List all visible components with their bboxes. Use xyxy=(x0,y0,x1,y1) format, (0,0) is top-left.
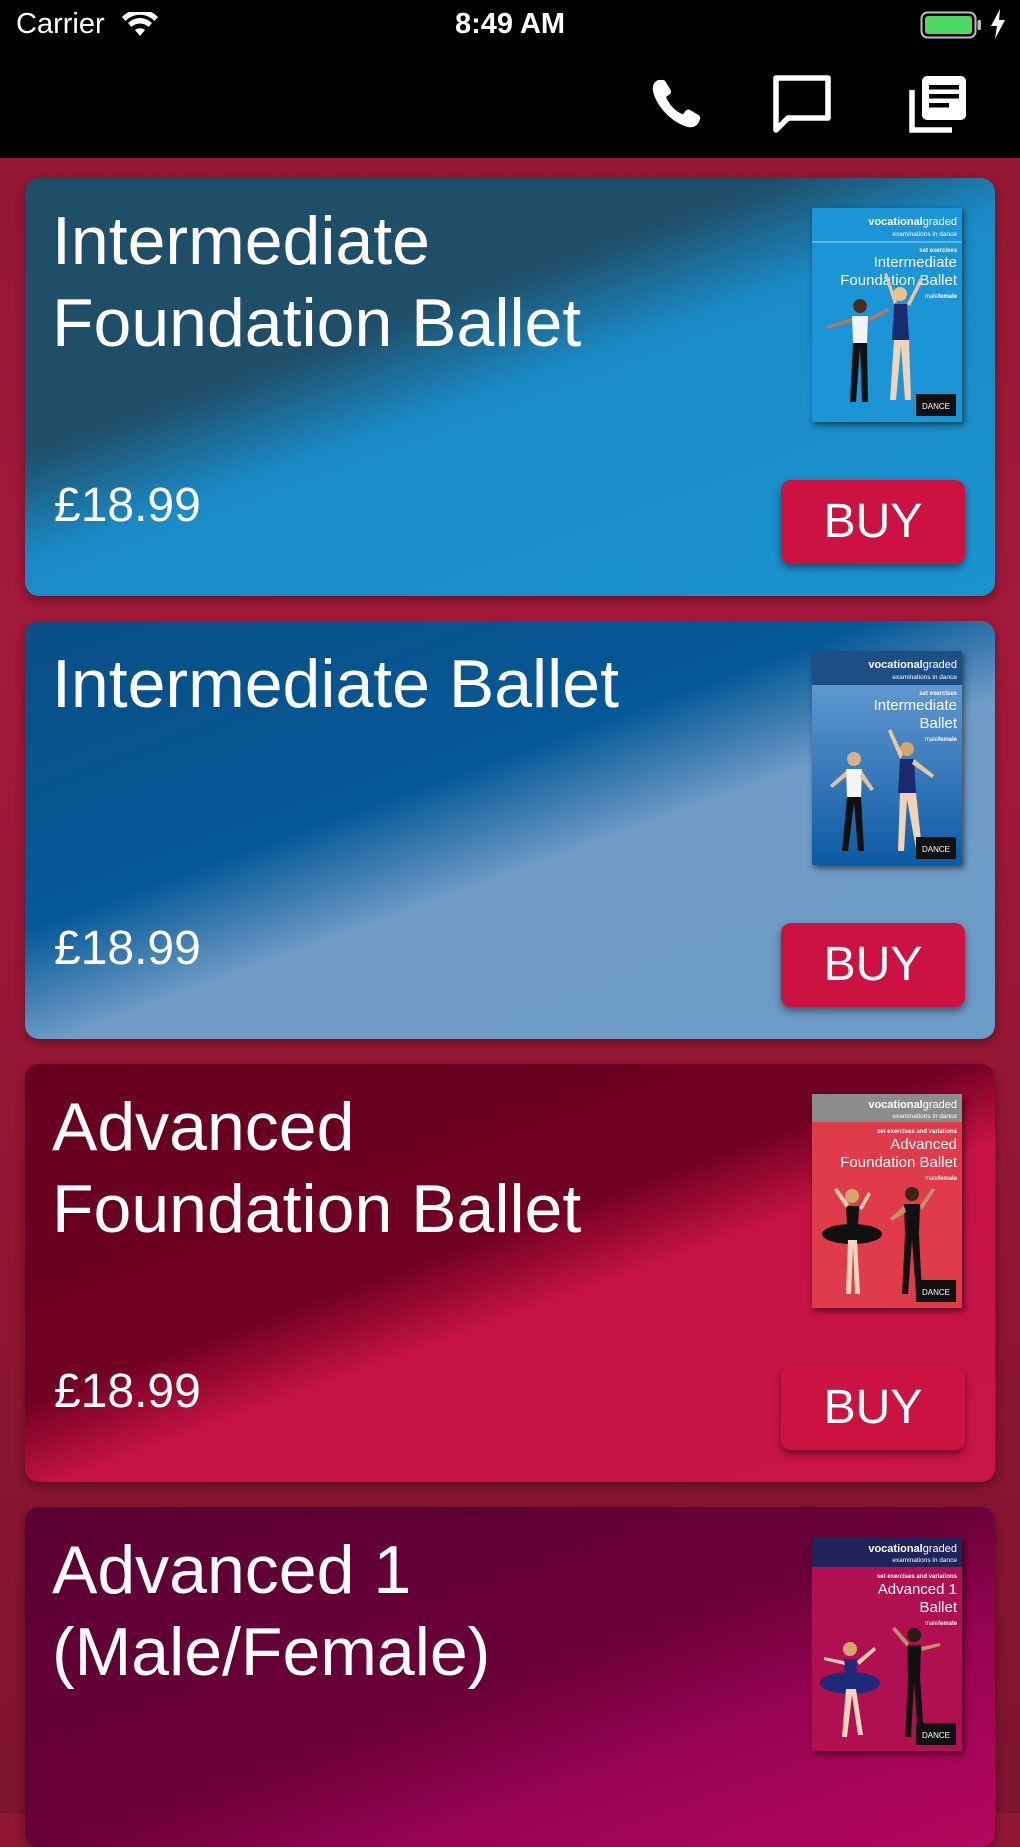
product-card[interactable]: Intermediate Ballet vocationalgraded exa… xyxy=(25,621,995,1039)
product-title-line: (Male/Female) xyxy=(52,1614,491,1690)
buy-button[interactable]: BUY xyxy=(781,1366,965,1450)
product-title-line: Foundation Ballet xyxy=(52,1171,582,1247)
product-title-line: Advanced 1 xyxy=(52,1532,412,1608)
battery-icon xyxy=(920,11,981,39)
phone-icon[interactable] xyxy=(644,72,708,136)
svg-text:vocationalgraded: vocationalgraded xyxy=(868,1099,957,1111)
status-bar: Carrier 8:49 AM xyxy=(0,0,1020,50)
svg-text:Advanced 1: Advanced 1 xyxy=(878,1581,957,1598)
product-title-line: Intermediate xyxy=(52,203,430,279)
svg-text:set exercises and variations: set exercises and variations xyxy=(877,1129,958,1135)
svg-text:DANCE: DANCE xyxy=(922,845,950,854)
chat-icon[interactable] xyxy=(770,72,834,136)
svg-text:examinations in dance: examinations in dance xyxy=(892,674,957,681)
nav-bar xyxy=(0,50,1020,158)
product-card[interactable]: Advanced 1 (Male/Female) vocationalgrade… xyxy=(25,1507,995,1847)
svg-text:Foundation Ballet: Foundation Ballet xyxy=(840,272,958,289)
svg-text:set exercises and variations: set exercises and variations xyxy=(877,1574,958,1580)
product-price: £18.99 xyxy=(54,479,201,532)
product-price: £18.99 xyxy=(54,922,201,975)
svg-text:vocationalgraded: vocationalgraded xyxy=(868,659,957,671)
product-title-line: Intermediate Ballet xyxy=(52,646,619,722)
product-title: Intermediate Ballet xyxy=(52,643,672,725)
svg-text:malefemale: malefemale xyxy=(925,737,958,743)
product-price: £18.99 xyxy=(54,1365,201,1418)
product-title-line: Foundation Ballet xyxy=(52,285,582,361)
svg-text:malefemale: malefemale xyxy=(925,1176,958,1182)
svg-text:Ballet: Ballet xyxy=(919,715,957,732)
buy-button[interactable]: BUY xyxy=(781,923,965,1007)
product-title: Intermediate Foundation Ballet xyxy=(52,200,672,364)
svg-text:DANCE: DANCE xyxy=(922,1731,950,1740)
svg-text:malefemale: malefemale xyxy=(925,294,958,300)
svg-text:DANCE: DANCE xyxy=(922,402,950,411)
svg-text:Advanced: Advanced xyxy=(890,1136,957,1153)
product-title: Advanced 1 (Male/Female) xyxy=(52,1529,672,1693)
product-card[interactable]: Advanced Foundation Ballet vocationalgra… xyxy=(25,1064,995,1482)
svg-text:examinations in dance: examinations in dance xyxy=(892,1113,957,1120)
book-cover-image: vocationalgraded examinations in dance s… xyxy=(812,208,962,422)
status-time: 8:49 AM xyxy=(454,8,566,40)
svg-text:examinations in dance: examinations in dance xyxy=(892,231,957,238)
book-cover-image: vocationalgraded examinations in dance s… xyxy=(812,1094,962,1308)
svg-text:malefemale: malefemale xyxy=(925,1621,958,1627)
product-card[interactable]: Intermediate Foundation Ballet vocationa… xyxy=(25,178,995,596)
buy-button[interactable]: BUY xyxy=(781,480,965,564)
svg-text:DANCE: DANCE xyxy=(922,1288,950,1297)
charging-bolt-icon xyxy=(991,9,1005,39)
svg-text:Foundation Ballet: Foundation Ballet xyxy=(840,1154,958,1171)
book-cover-image: vocationalgraded examinations in dance s… xyxy=(812,1537,962,1751)
product-title: Advanced Foundation Ballet xyxy=(52,1086,672,1250)
svg-text:Intermediate: Intermediate xyxy=(874,254,957,271)
book-cover-image: vocationalgraded examinations in dance s… xyxy=(812,651,962,865)
svg-text:vocationalgraded: vocationalgraded xyxy=(868,216,957,228)
product-title-line: Advanced xyxy=(52,1089,355,1165)
svg-text:Intermediate: Intermediate xyxy=(874,697,957,714)
svg-text:examinations in dance: examinations in dance xyxy=(892,1557,957,1564)
svg-text:vocationalgraded: vocationalgraded xyxy=(868,1543,957,1555)
document-list-icon[interactable] xyxy=(906,72,970,136)
svg-text:Ballet: Ballet xyxy=(919,1599,957,1616)
